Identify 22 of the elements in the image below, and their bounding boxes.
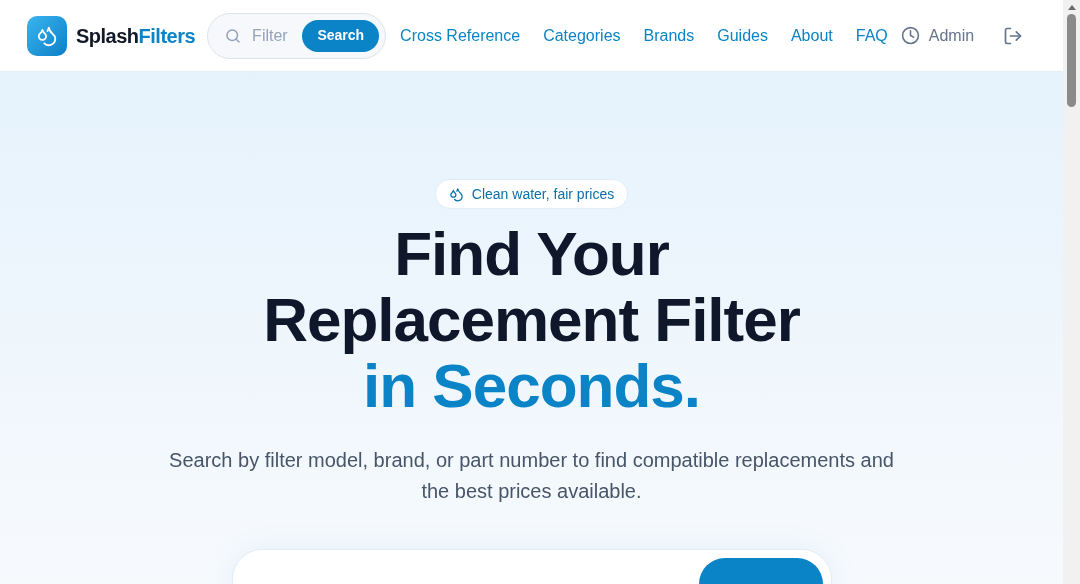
scroll-up-icon[interactable] [1067, 5, 1076, 10]
tagline-badge: Clean water, fair prices [434, 179, 629, 209]
nav-link[interactable]: FAQ [855, 23, 888, 48]
nav-link[interactable]: About [790, 23, 833, 48]
scroll-thumb[interactable] [1067, 14, 1076, 107]
clock-icon [900, 26, 920, 45]
search-field[interactable]: Filter Search [207, 12, 387, 59]
scrollbar[interactable] [1063, 0, 1080, 584]
admin-link[interactable]: Admin [928, 23, 975, 48]
nav-link[interactable]: Brands [643, 23, 695, 48]
drops-icon [448, 186, 464, 202]
search-icon [224, 26, 243, 45]
brand-name[interactable]: SplashFilters [76, 20, 196, 51]
nav-link[interactable]: Cross Reference [400, 23, 521, 48]
search-button[interactable]: Search [302, 19, 380, 52]
logo-icon[interactable] [27, 15, 67, 56]
nav-link[interactable]: Guides [717, 23, 768, 48]
hero-heading: Find Your Replacement Filter in Seconds. [263, 221, 800, 419]
hero-subtitle: Search by filter model, brand, or part number to find compatible replacements and the best prices available. [168, 448, 895, 504]
nav-link[interactable]: Categories [543, 23, 621, 48]
drops-icon [36, 24, 58, 47]
logout-button[interactable] [1003, 25, 1023, 46]
